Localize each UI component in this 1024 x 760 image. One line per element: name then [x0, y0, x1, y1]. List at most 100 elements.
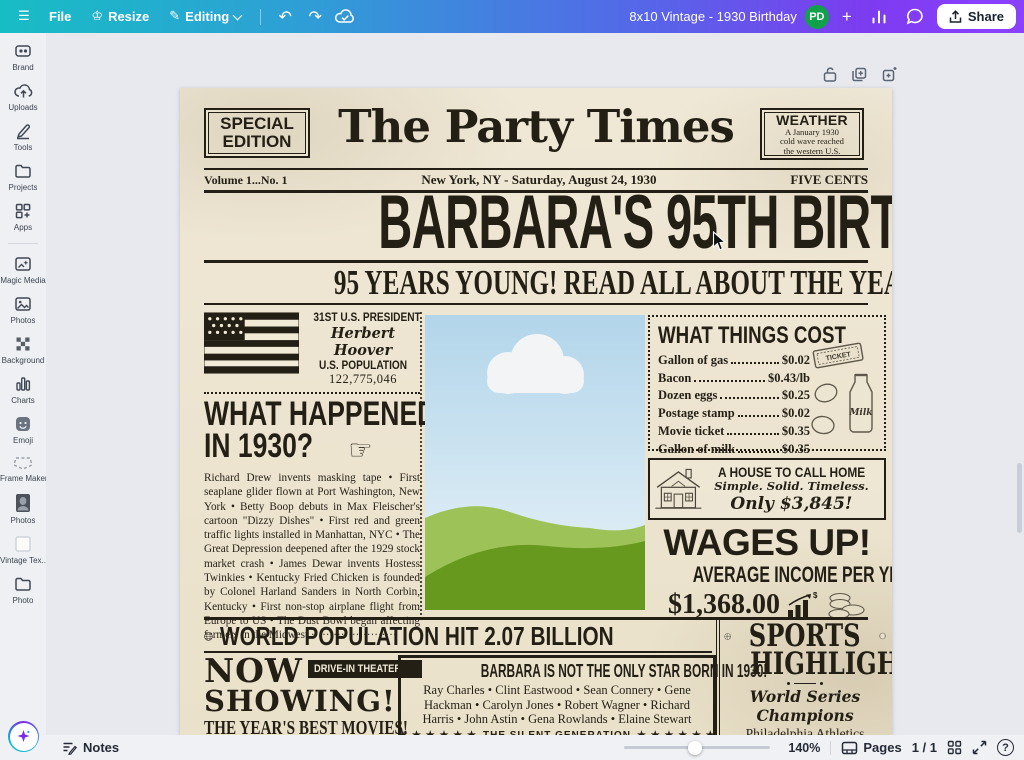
- design-canvas-page[interactable]: SPECIAL EDITION The Party Times WEATHER …: [180, 88, 892, 735]
- house-box[interactable]: A HOUSE TO CALL HOME Simple. Solid. Time…: [648, 458, 886, 520]
- zoom-slider[interactable]: [624, 741, 770, 755]
- cost-row: Gallon of milk$0.35: [658, 441, 810, 459]
- population-label[interactable]: U.S. POPULATION: [319, 360, 407, 372]
- growth-chart-icon: $: [786, 590, 820, 620]
- cost-row: Movie ticket$0.35: [658, 423, 810, 441]
- zoom-level[interactable]: 140%: [780, 741, 820, 755]
- crown-icon: ♔: [91, 9, 103, 24]
- sidebar-item-tools[interactable]: Tools: [1, 121, 45, 152]
- undo-button[interactable]: ↶: [271, 3, 299, 31]
- right-column[interactable]: WHAT THINGS COST $ Gallon of gas$0.02 Ba…: [648, 315, 886, 621]
- help-button[interactable]: ?: [997, 739, 1014, 756]
- duplicate-icon[interactable]: [849, 64, 870, 88]
- weather-box[interactable]: WEATHER A January 1930 cold wave reached…: [760, 108, 864, 160]
- cloud-upload-icon: [13, 81, 34, 101]
- texture-icon: [13, 534, 33, 554]
- house-price[interactable]: Only $3,845!: [705, 494, 878, 514]
- cost-row: Gallon of gas$0.02: [658, 352, 810, 370]
- ornament-divider: [724, 682, 886, 685]
- canva-assistant-button[interactable]: [8, 721, 39, 752]
- world-series-value: Philadelphia Athletics: [724, 726, 886, 735]
- resize-button[interactable]: ♔Resize: [82, 4, 158, 29]
- wages-title[interactable]: WAGES UP!: [648, 523, 886, 563]
- sidebar-item-brand[interactable]: Brand: [1, 41, 45, 72]
- house-illustration: [652, 461, 705, 517]
- dotted-divider: [204, 392, 420, 394]
- sidebar-item-photo-folder[interactable]: Photo: [1, 574, 45, 605]
- subheadline[interactable]: 95 YEARS YOUNG! READ ALL ABOUT THE YEAR …: [180, 265, 892, 301]
- cost-row: Dozen eggs$0.25: [658, 387, 810, 405]
- left-column[interactable]: 31ST U.S. PRESIDENT Herbert Hoover U.S. …: [204, 312, 420, 643]
- insights-icon[interactable]: [865, 3, 893, 31]
- sports-title-2: HIGHLIGHTS: [750, 649, 892, 679]
- top-toolbar: ☰ File ♔Resize ✎Editing ↶ ↷ 8x10 Vintage…: [0, 0, 1024, 33]
- share-button[interactable]: Share: [937, 4, 1016, 29]
- cost-row: Postage stamp$0.02: [658, 405, 810, 423]
- us-flag-illustration: [204, 312, 299, 374]
- folder-icon: [13, 574, 33, 594]
- comments-icon[interactable]: [901, 3, 929, 31]
- president-name[interactable]: Herbert Hoover: [306, 325, 420, 359]
- cost-illustrations: TICKET Milk: [808, 341, 880, 449]
- headline[interactable]: BARBARA'S 95TH BIRTHDAY: [180, 191, 892, 255]
- grid-view-button[interactable]: [947, 740, 962, 755]
- sidebar-item-projects[interactable]: Projects: [1, 161, 45, 192]
- pages-button[interactable]: Pages: [841, 740, 901, 755]
- column-divider: [420, 312, 422, 615]
- emoji-icon: [13, 414, 33, 434]
- photo-placeholder[interactable]: [425, 315, 645, 610]
- sidebar-item-photos[interactable]: Photos: [1, 294, 45, 325]
- hamburger-menu-icon[interactable]: ☰: [10, 3, 38, 31]
- file-menu-button[interactable]: File: [40, 4, 80, 29]
- grid-view-icon: [947, 740, 962, 755]
- coins-illustration: [826, 590, 866, 620]
- world-series-label: World Series Champions: [724, 687, 886, 725]
- basketball-icon: [724, 625, 731, 648]
- sports-block[interactable]: SPORTS HIGHLIGHTS World Series Champions…: [724, 621, 886, 735]
- sidebar-item-magic-media[interactable]: Magic Media: [1, 254, 45, 285]
- fullscreen-button[interactable]: [972, 740, 987, 755]
- population-banner[interactable]: WORLD POPULATION HIT 2.07 BILLION: [204, 622, 712, 650]
- best-movies-label[interactable]: THE YEAR'S BEST MOVIES!: [204, 717, 394, 735]
- magic-media-icon: [13, 254, 33, 274]
- what-happened-title[interactable]: WHAT HAPPENED IN 1930? ☞: [204, 398, 420, 464]
- population-value[interactable]: 122,775,046: [306, 372, 420, 387]
- notes-button[interactable]: Notes: [62, 740, 119, 755]
- add-page-icon[interactable]: [879, 64, 900, 88]
- sidebar-item-charts[interactable]: Charts: [1, 374, 45, 405]
- now-label: NOW: [204, 656, 303, 686]
- zoom-slider-handle[interactable]: [688, 741, 702, 755]
- wages-subtitle[interactable]: AVERAGE INCOME PER YEAR: [648, 563, 886, 587]
- editing-mode-button[interactable]: ✎Editing: [160, 4, 250, 29]
- cost-row: Bacon$0.43/lb: [658, 370, 810, 388]
- pointing-hand-icon: ☞: [348, 435, 372, 466]
- cost-box[interactable]: WHAT THINGS COST $ Gallon of gas$0.02 Ba…: [648, 315, 886, 451]
- house-title[interactable]: A HOUSE TO CALL HOME: [718, 464, 865, 480]
- bar-chart-icon: [13, 374, 33, 394]
- brand-logo-icon: [13, 41, 33, 61]
- sidebar-item-uploads[interactable]: Uploads: [1, 81, 45, 112]
- photo-icon: [13, 294, 33, 314]
- add-member-button[interactable]: +: [837, 3, 857, 31]
- apps-grid-icon: [13, 201, 33, 221]
- document-title[interactable]: 8x10 Vintage - 1930 Birthday: [629, 9, 796, 24]
- page-indicator: 1 / 1: [912, 740, 937, 755]
- sidebar-item-vintage-texture[interactable]: Vintage Tex...: [1, 534, 45, 565]
- sidebar-item-emoji[interactable]: Emoji: [1, 414, 45, 445]
- sidebar-item-apps[interactable]: Apps: [1, 201, 45, 232]
- sidebar-item-frame-maker[interactable]: Frame Maker: [1, 454, 45, 483]
- house-tagline[interactable]: Simple. Solid. Timeless.: [705, 480, 878, 493]
- president-label[interactable]: 31ST U.S. PRESIDENT: [313, 312, 420, 324]
- cloud-saved-icon[interactable]: [331, 3, 359, 31]
- stars-box[interactable]: BARBARA IS NOT THE ONLY STAR BORN IN 193…: [398, 655, 716, 735]
- lock-icon[interactable]: [820, 64, 840, 88]
- now-showing-block[interactable]: NOW DRIVE-IN THEATER SHOWING! THE YEAR'S…: [204, 656, 394, 735]
- scrollbar-thumb[interactable]: [1017, 463, 1022, 533]
- notes-icon: [62, 741, 77, 755]
- avatar[interactable]: PD: [805, 5, 829, 29]
- sidebar-item-background[interactable]: Background: [1, 334, 45, 365]
- sidebar-divider: [8, 243, 38, 244]
- photo-thumbnail-icon: [13, 492, 33, 514]
- sidebar-item-photos-2[interactable]: Photos: [1, 492, 45, 525]
- redo-button[interactable]: ↷: [301, 3, 329, 31]
